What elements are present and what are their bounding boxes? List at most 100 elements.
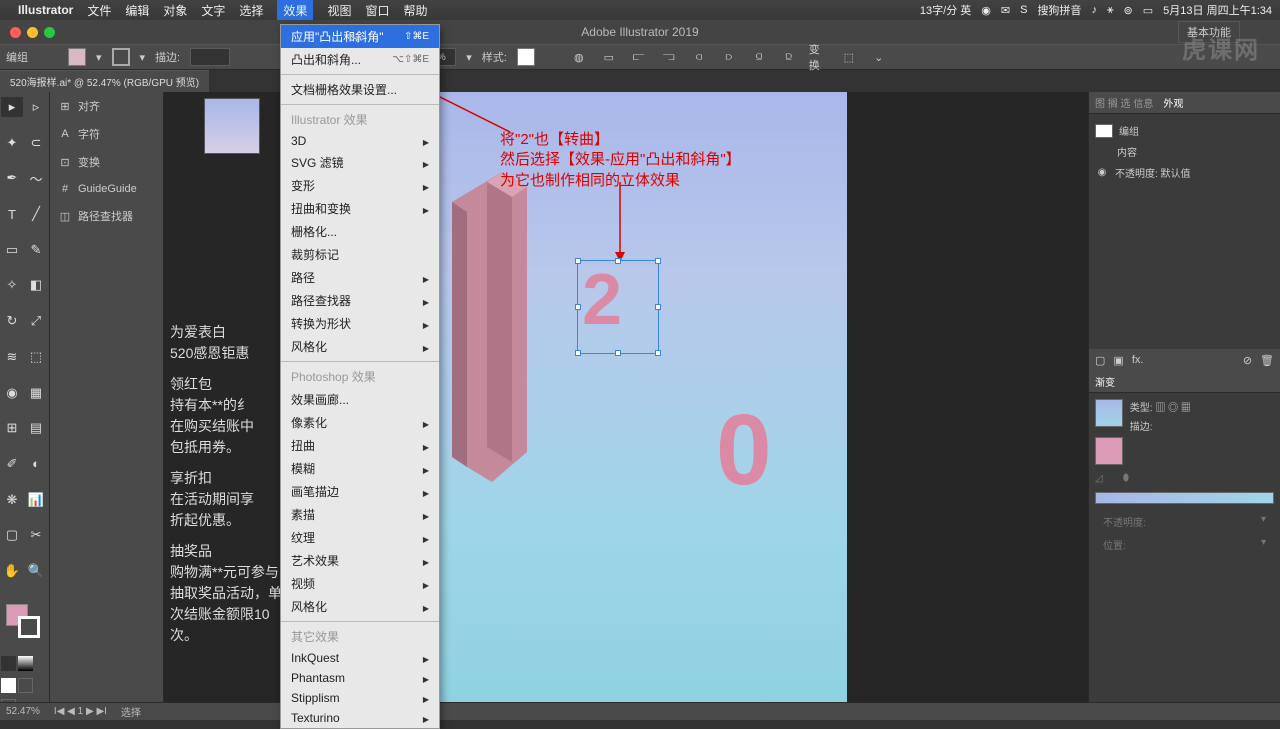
menu-item[interactable]: 栅格化... (281, 220, 439, 243)
minimize-button[interactable] (27, 27, 38, 38)
gradient-stop-color[interactable] (1095, 437, 1123, 465)
freeform-grad-icon[interactable]: ▦ (1181, 403, 1191, 414)
menu-item[interactable]: 路径 (281, 266, 439, 289)
clear-icon[interactable]: ⊘ (1243, 354, 1252, 367)
handle[interactable] (615, 258, 621, 264)
handle[interactable] (575, 350, 581, 356)
color-mode-icon[interactable] (1, 656, 16, 671)
none-mode-icon[interactable] (1, 678, 16, 693)
tab-appearance[interactable]: 外观 (1163, 95, 1183, 110)
stroke-width-input[interactable] (190, 48, 230, 66)
panel-guideguide[interactable]: #GuideGuide (50, 176, 163, 202)
zoom-level[interactable]: 52.47% (6, 706, 40, 717)
close-button[interactable] (10, 27, 21, 38)
panel-character[interactable]: A字符 (50, 120, 163, 148)
stroke-color[interactable] (18, 616, 40, 638)
status-icon[interactable]: ◉ (981, 4, 991, 17)
artboard[interactable]: 将"2"也【转曲】 然后选择【效果-应用"凸出和斜角"】 为它也制作相同的立体效… (420, 92, 847, 708)
menu-item[interactable]: 风格化 (281, 335, 439, 358)
selection-bounds[interactable] (577, 260, 659, 354)
clock[interactable]: 5月13日 周四上午1:34 (1163, 2, 1272, 18)
free-transform-tool[interactable]: ⬚ (25, 347, 47, 367)
menu-item[interactable]: 文档栅格效果设置... (281, 78, 439, 101)
stroke-swatch[interactable] (112, 48, 130, 66)
panel-pathfinder[interactable]: ◫路径查找器 (50, 202, 163, 230)
graph-tool[interactable]: 📊 (25, 490, 47, 510)
envelope-icon[interactable]: ⌄ (869, 48, 889, 66)
align-top-icon[interactable]: ⫐ (719, 48, 739, 66)
chevron-down-icon[interactable]: ▾ (1261, 514, 1266, 529)
wechat-icon[interactable]: ✉ (1001, 4, 1010, 17)
menu-select[interactable]: 选择 (239, 2, 263, 19)
menu-item[interactable]: Phantasm (281, 668, 439, 688)
trash-icon[interactable]: 🗑 (1260, 354, 1274, 367)
chevron-down-icon[interactable]: ▾ (1261, 537, 1266, 552)
bluetooth-icon[interactable]: ⚹ (1107, 4, 1114, 17)
shaper-tool[interactable]: ✧ (1, 275, 23, 295)
perspective-tool[interactable]: ▦ (25, 383, 47, 403)
direct-selection-tool[interactable]: ▹ (25, 97, 47, 117)
slice-tool[interactable]: ✂ (25, 525, 47, 545)
shape-builder-tool[interactable]: ◉ (1, 383, 23, 403)
tab-gradient[interactable]: 渐变 (1095, 374, 1115, 389)
mesh-tool[interactable]: ⊞ (1, 418, 23, 438)
selection-tool[interactable]: ▸ (1, 97, 23, 117)
gradient-swatch[interactable] (1095, 399, 1123, 427)
menu-edit[interactable]: 编辑 (125, 2, 149, 19)
aspect-icon[interactable]: ⬮ (1123, 473, 1129, 484)
fx-icon[interactable]: fx. (1132, 354, 1144, 366)
symbol-sprayer-tool[interactable]: ❋ (1, 490, 23, 510)
appearance-row[interactable]: 内容 (1095, 141, 1274, 162)
menu-type[interactable]: 文字 (201, 2, 225, 19)
tab-layers[interactable]: 图 搁 选 信息 (1095, 95, 1153, 110)
s-icon[interactable]: S (1020, 4, 1027, 16)
menu-item[interactable]: 模糊 (281, 457, 439, 480)
sogou-icon[interactable]: 搜狗拼音 (1037, 2, 1081, 18)
audio-icon[interactable]: ♪ (1091, 4, 1097, 16)
appearance-row[interactable]: 编组 (1095, 120, 1274, 141)
gradient-mode-icon[interactable] (18, 656, 33, 671)
magic-wand-tool[interactable]: ✦ (1, 133, 23, 153)
handle[interactable] (615, 350, 621, 356)
menu-item[interactable]: 视频 (281, 572, 439, 595)
handle[interactable] (655, 350, 661, 356)
handle[interactable] (575, 304, 581, 310)
menu-window[interactable]: 窗口 (365, 2, 389, 19)
chevron-down-icon[interactable]: ▾ (96, 51, 102, 64)
scale-tool[interactable]: ⤢ (25, 311, 47, 331)
rotate-tool[interactable]: ↻ (1, 311, 23, 331)
menu-item[interactable]: 风格化 (281, 595, 439, 618)
zoom-tool[interactable]: 🔍 (25, 561, 47, 581)
menu-item[interactable]: InkQuest (281, 648, 439, 668)
fill-stroke-control[interactable] (0, 602, 49, 642)
add-stroke-icon[interactable]: ▣ (1113, 354, 1123, 367)
curvature-tool[interactable]: 〜 (25, 168, 47, 188)
menu-item[interactable]: 素描 (281, 503, 439, 526)
pen-tool[interactable]: ✒ (1, 168, 23, 188)
menu-item[interactable]: 裁剪标记 (281, 243, 439, 266)
doc-tab[interactable]: 520海报样.ai* @ 52.47% (RGB/GPU 预览) (0, 70, 209, 92)
line-tool[interactable]: ╱ (25, 204, 47, 224)
handle[interactable] (575, 258, 581, 264)
linear-grad-icon[interactable]: ▥ (1155, 403, 1165, 414)
gradient-slider[interactable] (1095, 492, 1274, 504)
ime-status[interactable]: 13字/分 英 (920, 2, 971, 18)
menu-item[interactable]: 纹理 (281, 526, 439, 549)
shape-0[interactable]: 0 (716, 400, 772, 500)
add-fill-icon[interactable]: ▢ (1095, 354, 1105, 367)
wifi-icon[interactable]: ⊚ (1124, 4, 1133, 17)
align-icon[interactable]: ▭ (599, 48, 619, 66)
menu-effect[interactable]: 效果 (277, 0, 313, 21)
menu-item[interactable]: 转换为形状 (281, 312, 439, 335)
artboard-tool[interactable]: ▢ (1, 525, 23, 545)
handle[interactable] (655, 304, 661, 310)
artboard-nav[interactable]: I◀ ◀ 1 ▶ ▶I (54, 706, 107, 717)
menu-item[interactable]: 画笔描边 (281, 480, 439, 503)
paintbrush-tool[interactable]: ✎ (25, 240, 47, 260)
style-swatch[interactable] (517, 48, 535, 66)
align-right-icon[interactable]: ⫏ (689, 48, 709, 66)
effect-dropdown[interactable]: 应用"凸出和斜角"⇧⌘E凸出和斜角...⌥⇧⌘E文档栅格效果设置...Illus… (280, 24, 440, 729)
menu-item[interactable]: 路径查找器 (281, 289, 439, 312)
rectangle-tool[interactable]: ▭ (1, 240, 23, 260)
menu-item[interactable]: Texturino (281, 708, 439, 728)
